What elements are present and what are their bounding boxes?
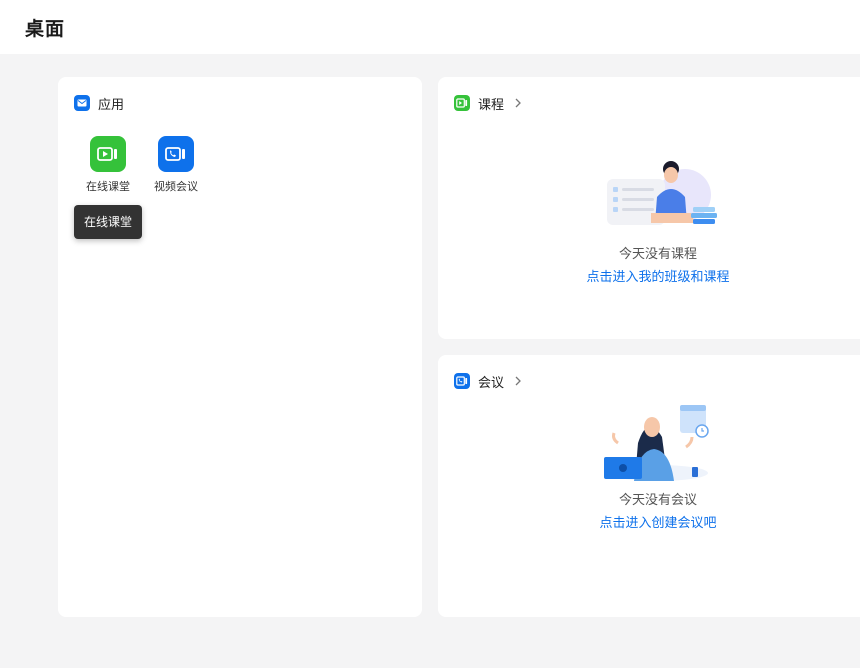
apps-card-title: 应用 <box>98 97 125 113</box>
phone-video-icon[interactable] <box>158 136 194 172</box>
meetings-empty-text: 今天没有会议 <box>618 493 697 508</box>
student-illustration-icon <box>607 161 717 225</box>
meetings-empty-link[interactable]: 点击进入创建会议吧 <box>599 512 716 531</box>
app-video-meeting[interactable]: 视频会议 <box>144 136 208 194</box>
app-online-classroom[interactable]: 在线课堂 <box>76 136 140 194</box>
chevron-right-icon <box>515 98 521 108</box>
app-label: 视频会议 <box>154 180 198 193</box>
courses-empty-text: 今天没有课程 <box>618 247 697 262</box>
courses-card-title: 课程 <box>478 97 505 113</box>
page-title: 桌面 <box>25 18 66 40</box>
apps-card: 应用 在线课堂 视频会议 在线课堂 <box>58 77 422 617</box>
video-play-icon[interactable] <box>90 136 126 172</box>
courses-card-header[interactable]: 课程 <box>454 94 522 113</box>
courses-empty-state: 今天没有课程 点击进入我的班级和课程 <box>438 157 860 285</box>
phone-video-icon <box>454 373 470 389</box>
video-play-icon <box>454 95 470 111</box>
meetings-card-title: 会议 <box>478 375 505 391</box>
top-bar: 桌面 <box>0 0 860 54</box>
courses-empty-link[interactable]: 点击进入我的班级和课程 <box>586 266 729 285</box>
envelope-icon <box>74 95 90 111</box>
meetings-card: 会议 今天没有会议 点击进入创建会议吧 <box>438 355 860 617</box>
app-tooltip: 在线课堂 <box>74 205 143 239</box>
meeting-illustration-icon <box>604 405 709 481</box>
meetings-card-header[interactable]: 会议 <box>454 372 522 391</box>
apps-card-header: 应用 <box>74 94 125 113</box>
app-label: 在线课堂 <box>86 180 130 193</box>
meetings-empty-state: 今天没有会议 点击进入创建会议吧 <box>438 403 860 531</box>
chevron-right-icon <box>515 376 521 386</box>
courses-card: 课程 今天没有课程 点击进入我的班级和课程 <box>438 77 860 339</box>
